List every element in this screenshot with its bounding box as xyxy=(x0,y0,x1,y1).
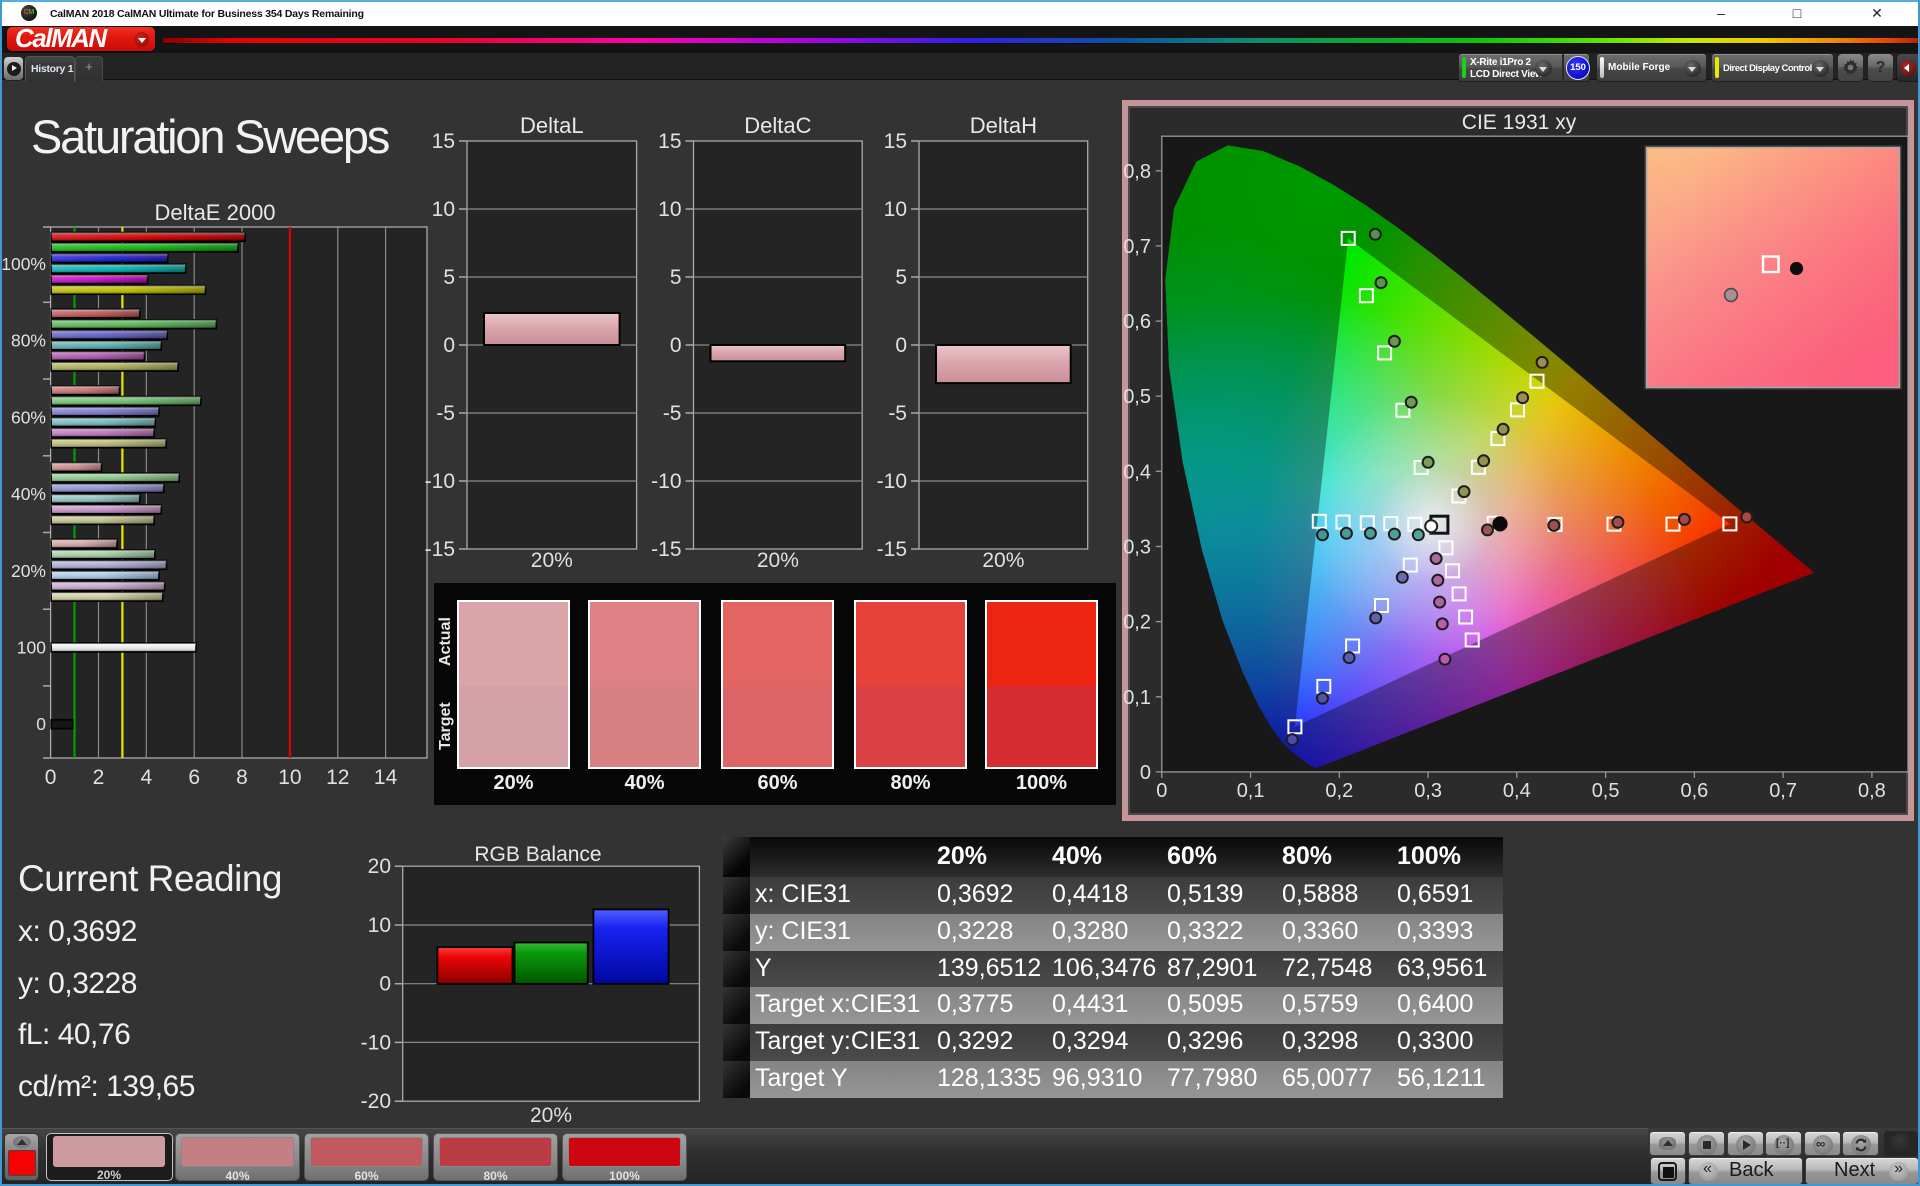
svg-text:0,1: 0,1 xyxy=(1237,780,1265,802)
svg-text:6: 6 xyxy=(188,766,200,789)
svg-text:15: 15 xyxy=(884,130,907,153)
svg-text:-5: -5 xyxy=(436,402,455,425)
svg-text:DeltaC: DeltaC xyxy=(744,113,811,138)
svg-text:20%: 20% xyxy=(11,561,46,581)
svg-text:0: 0 xyxy=(36,714,46,734)
svg-text:5: 5 xyxy=(443,266,455,289)
svg-text:DeltaH: DeltaH xyxy=(970,113,1037,138)
svg-text:0: 0 xyxy=(45,766,57,789)
svg-text:0,4: 0,4 xyxy=(1123,461,1151,483)
svg-text:20%: 20% xyxy=(530,1104,572,1127)
svg-text:10: 10 xyxy=(432,198,455,221)
svg-text:0,3: 0,3 xyxy=(1414,780,1442,802)
svg-text:15: 15 xyxy=(432,130,455,153)
svg-text:10: 10 xyxy=(278,766,301,789)
svg-text:20%: 20% xyxy=(982,549,1024,572)
svg-text:-5: -5 xyxy=(888,402,907,425)
svg-text:0: 0 xyxy=(1140,762,1151,784)
svg-text:0,8: 0,8 xyxy=(1858,780,1886,802)
svg-text:14: 14 xyxy=(374,766,398,789)
svg-text:20: 20 xyxy=(368,855,391,878)
svg-text:RGB Balance: RGB Balance xyxy=(474,843,601,866)
svg-text:20%: 20% xyxy=(757,549,799,572)
svg-text:12: 12 xyxy=(326,766,349,789)
svg-text:100%: 100% xyxy=(1,254,46,274)
svg-text:15: 15 xyxy=(658,130,681,153)
svg-text:0: 0 xyxy=(670,334,682,357)
svg-text:0,8: 0,8 xyxy=(1123,161,1151,183)
svg-text:0,2: 0,2 xyxy=(1325,780,1353,802)
svg-text:10: 10 xyxy=(368,914,391,937)
svg-text:0,7: 0,7 xyxy=(1123,236,1151,258)
svg-text:100: 100 xyxy=(17,638,46,658)
svg-text:5: 5 xyxy=(670,266,682,289)
svg-text:0,6: 0,6 xyxy=(1680,780,1708,802)
svg-text:0,2: 0,2 xyxy=(1123,612,1151,634)
svg-text:2: 2 xyxy=(93,766,105,789)
svg-text:8: 8 xyxy=(236,766,248,789)
svg-text:-15: -15 xyxy=(877,538,907,561)
svg-text:0: 0 xyxy=(1156,780,1167,802)
svg-text:-15: -15 xyxy=(425,538,455,561)
svg-text:-10: -10 xyxy=(361,1031,391,1054)
svg-text:10: 10 xyxy=(884,198,907,221)
svg-text:-15: -15 xyxy=(651,538,681,561)
svg-text:0,1: 0,1 xyxy=(1123,687,1151,709)
svg-text:10: 10 xyxy=(658,198,681,221)
svg-text:0,7: 0,7 xyxy=(1769,780,1797,802)
svg-text:-5: -5 xyxy=(663,402,682,425)
svg-text:0,6: 0,6 xyxy=(1123,311,1151,333)
svg-text:-10: -10 xyxy=(877,470,907,493)
svg-text:DeltaL: DeltaL xyxy=(520,113,584,138)
svg-text:-10: -10 xyxy=(425,470,455,493)
svg-text:60%: 60% xyxy=(11,407,46,427)
svg-text:5: 5 xyxy=(895,266,907,289)
svg-text:0: 0 xyxy=(379,973,391,996)
svg-text:-20: -20 xyxy=(361,1090,391,1113)
svg-text:40%: 40% xyxy=(11,484,46,504)
svg-text:4: 4 xyxy=(140,766,152,789)
svg-text:0,3: 0,3 xyxy=(1123,537,1151,559)
svg-text:0,5: 0,5 xyxy=(1123,386,1151,408)
svg-text:80%: 80% xyxy=(11,331,46,351)
svg-text:0: 0 xyxy=(895,334,907,357)
svg-text:0,4: 0,4 xyxy=(1503,780,1531,802)
svg-text:-10: -10 xyxy=(651,470,681,493)
svg-text:0: 0 xyxy=(443,334,455,357)
svg-text:CIE 1931 xy: CIE 1931 xy xyxy=(1462,111,1577,134)
svg-text:0,5: 0,5 xyxy=(1592,780,1620,802)
svg-text:20%: 20% xyxy=(531,549,573,572)
svg-text:DeltaE 2000: DeltaE 2000 xyxy=(154,200,275,225)
